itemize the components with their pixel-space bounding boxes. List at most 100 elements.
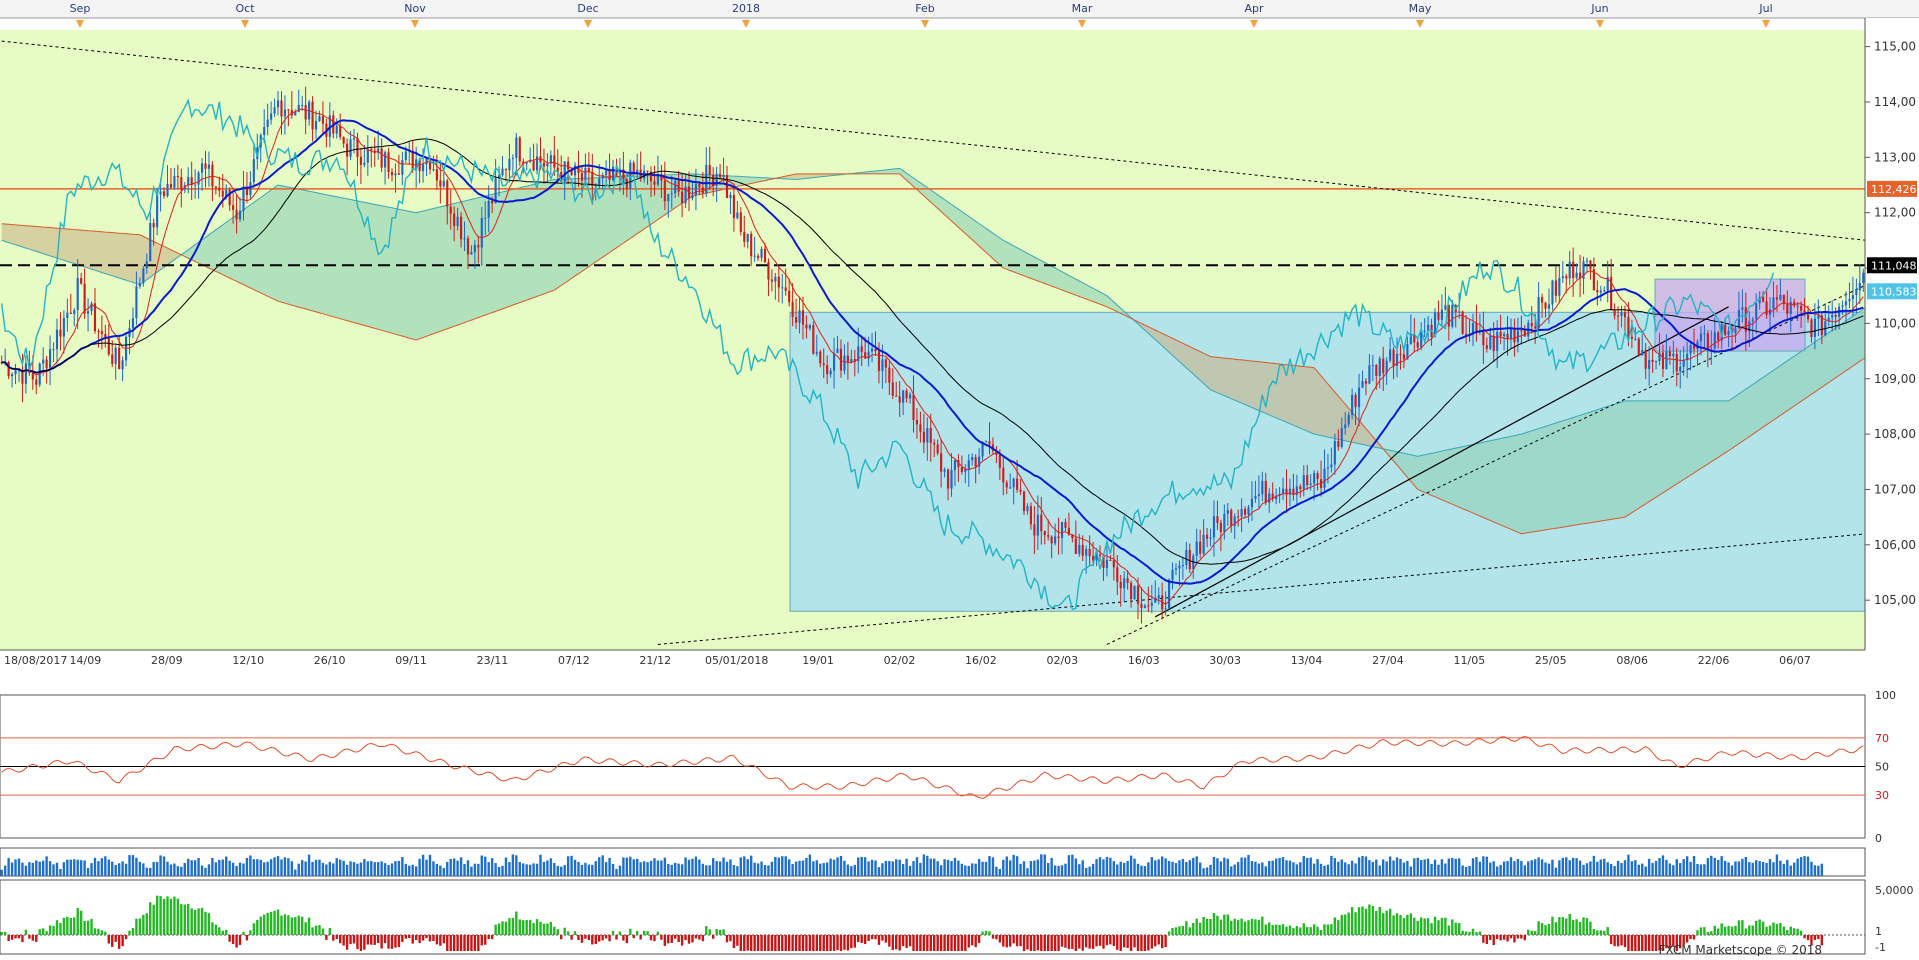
candle-body[interactable] bbox=[1751, 319, 1754, 322]
candle-body[interactable] bbox=[1644, 350, 1647, 369]
candle-body[interactable] bbox=[121, 360, 124, 370]
candle-body[interactable] bbox=[1212, 516, 1216, 538]
candle-body[interactable] bbox=[287, 109, 290, 111]
candle-body[interactable] bbox=[1679, 366, 1682, 372]
candle-body[interactable] bbox=[1123, 578, 1126, 589]
candle-body[interactable] bbox=[553, 155, 556, 168]
candle-body[interactable] bbox=[1568, 261, 1571, 279]
candle-body[interactable] bbox=[1499, 331, 1502, 337]
candle-body[interactable] bbox=[1178, 565, 1181, 569]
candle-body[interactable] bbox=[691, 195, 694, 199]
candle-body[interactable] bbox=[1755, 303, 1758, 320]
candle-body[interactable] bbox=[1706, 333, 1709, 350]
candle-body[interactable] bbox=[694, 183, 697, 196]
candle-body[interactable] bbox=[1054, 536, 1057, 544]
candle-body[interactable] bbox=[777, 276, 780, 288]
candle-body[interactable] bbox=[518, 137, 521, 162]
candle-body[interactable] bbox=[826, 365, 829, 375]
candle-body[interactable] bbox=[1209, 537, 1212, 539]
candle-body[interactable] bbox=[1623, 312, 1627, 318]
candle-body[interactable] bbox=[1661, 352, 1665, 369]
candle-body[interactable] bbox=[1440, 309, 1443, 320]
candle-body[interactable] bbox=[953, 460, 957, 470]
candle-body[interactable] bbox=[1257, 494, 1260, 496]
candle-body[interactable] bbox=[252, 159, 255, 183]
candle-body[interactable] bbox=[86, 311, 90, 314]
candle-body[interactable] bbox=[480, 218, 483, 248]
candle-body[interactable] bbox=[73, 310, 76, 314]
candle-body[interactable] bbox=[1105, 559, 1108, 568]
candle-body[interactable] bbox=[791, 302, 794, 318]
candle-body[interactable] bbox=[1268, 493, 1271, 503]
candle-body[interactable] bbox=[940, 453, 943, 472]
candle-body[interactable] bbox=[719, 173, 722, 178]
candle-body[interactable] bbox=[1188, 549, 1191, 570]
candle-body[interactable] bbox=[898, 396, 901, 403]
candle-body[interactable] bbox=[363, 162, 366, 165]
candle-body[interactable] bbox=[1668, 351, 1671, 357]
candle-body[interactable] bbox=[984, 441, 988, 443]
candle-body[interactable] bbox=[200, 163, 204, 173]
candle-body[interactable] bbox=[1641, 350, 1644, 356]
candle-body[interactable] bbox=[1496, 331, 1499, 351]
candle-body[interactable] bbox=[1333, 441, 1336, 465]
candle-body[interactable] bbox=[1230, 510, 1233, 526]
candle-body[interactable] bbox=[1862, 272, 1865, 283]
candle-body[interactable] bbox=[145, 261, 148, 269]
candle-body[interactable] bbox=[1689, 345, 1692, 354]
candle-body[interactable] bbox=[211, 164, 214, 187]
candle-body[interactable] bbox=[1734, 328, 1737, 333]
candle-body[interactable] bbox=[387, 152, 390, 173]
candle-body[interactable] bbox=[722, 175, 725, 178]
candle-body[interactable] bbox=[1416, 342, 1419, 348]
candle-body[interactable] bbox=[1140, 603, 1143, 608]
candle-body[interactable] bbox=[1347, 414, 1350, 425]
candle-body[interactable] bbox=[1181, 565, 1184, 567]
candle-body[interactable] bbox=[1427, 324, 1430, 331]
candle-body[interactable] bbox=[1164, 608, 1167, 610]
candle-body[interactable] bbox=[580, 173, 584, 181]
candle-body[interactable] bbox=[836, 348, 839, 354]
candle-body[interactable] bbox=[1651, 359, 1654, 362]
candle-body[interactable] bbox=[1016, 478, 1019, 490]
candle-body[interactable] bbox=[1064, 521, 1067, 528]
candle-body[interactable] bbox=[763, 248, 767, 262]
candle-body[interactable] bbox=[1765, 301, 1768, 315]
candle-body[interactable] bbox=[1834, 314, 1837, 317]
candle-body[interactable] bbox=[784, 287, 787, 291]
candle-body[interactable] bbox=[401, 159, 404, 175]
candle-body[interactable] bbox=[967, 460, 970, 470]
candle-body[interactable] bbox=[1506, 333, 1509, 339]
candle-body[interactable] bbox=[1357, 387, 1361, 408]
candle-body[interactable] bbox=[439, 180, 442, 187]
candle-body[interactable] bbox=[1330, 464, 1333, 468]
candle-body[interactable] bbox=[473, 245, 476, 253]
candle-body[interactable] bbox=[1116, 567, 1119, 582]
candle-body[interactable] bbox=[663, 180, 666, 202]
candle-body[interactable] bbox=[380, 148, 383, 168]
candle-body[interactable] bbox=[390, 172, 394, 176]
candle-body[interactable] bbox=[114, 347, 117, 364]
candle-body[interactable] bbox=[1520, 330, 1523, 332]
candle-body[interactable] bbox=[1541, 297, 1544, 303]
candle-body[interactable] bbox=[1078, 544, 1081, 554]
candle-body[interactable] bbox=[1133, 585, 1136, 600]
candle-body[interactable] bbox=[491, 200, 494, 204]
candle-body[interactable] bbox=[42, 359, 45, 364]
candle-body[interactable] bbox=[1402, 354, 1406, 360]
candle-body[interactable] bbox=[59, 329, 62, 337]
candle-body[interactable] bbox=[111, 354, 114, 364]
candle-body[interactable] bbox=[908, 394, 912, 399]
candle-body[interactable] bbox=[1309, 483, 1312, 486]
candle-body[interactable] bbox=[698, 183, 701, 188]
candle-body[interactable] bbox=[753, 255, 756, 257]
candle-body[interactable] bbox=[1558, 278, 1561, 296]
candle-body[interactable] bbox=[1098, 554, 1102, 556]
candle-body[interactable] bbox=[933, 442, 936, 445]
candle-body[interactable] bbox=[1544, 302, 1547, 309]
candle-body[interactable] bbox=[1185, 549, 1188, 566]
candle-body[interactable] bbox=[808, 325, 811, 329]
candle-body[interactable] bbox=[1060, 521, 1064, 538]
candle-body[interactable] bbox=[1223, 513, 1226, 533]
candle-body[interactable] bbox=[736, 212, 739, 219]
